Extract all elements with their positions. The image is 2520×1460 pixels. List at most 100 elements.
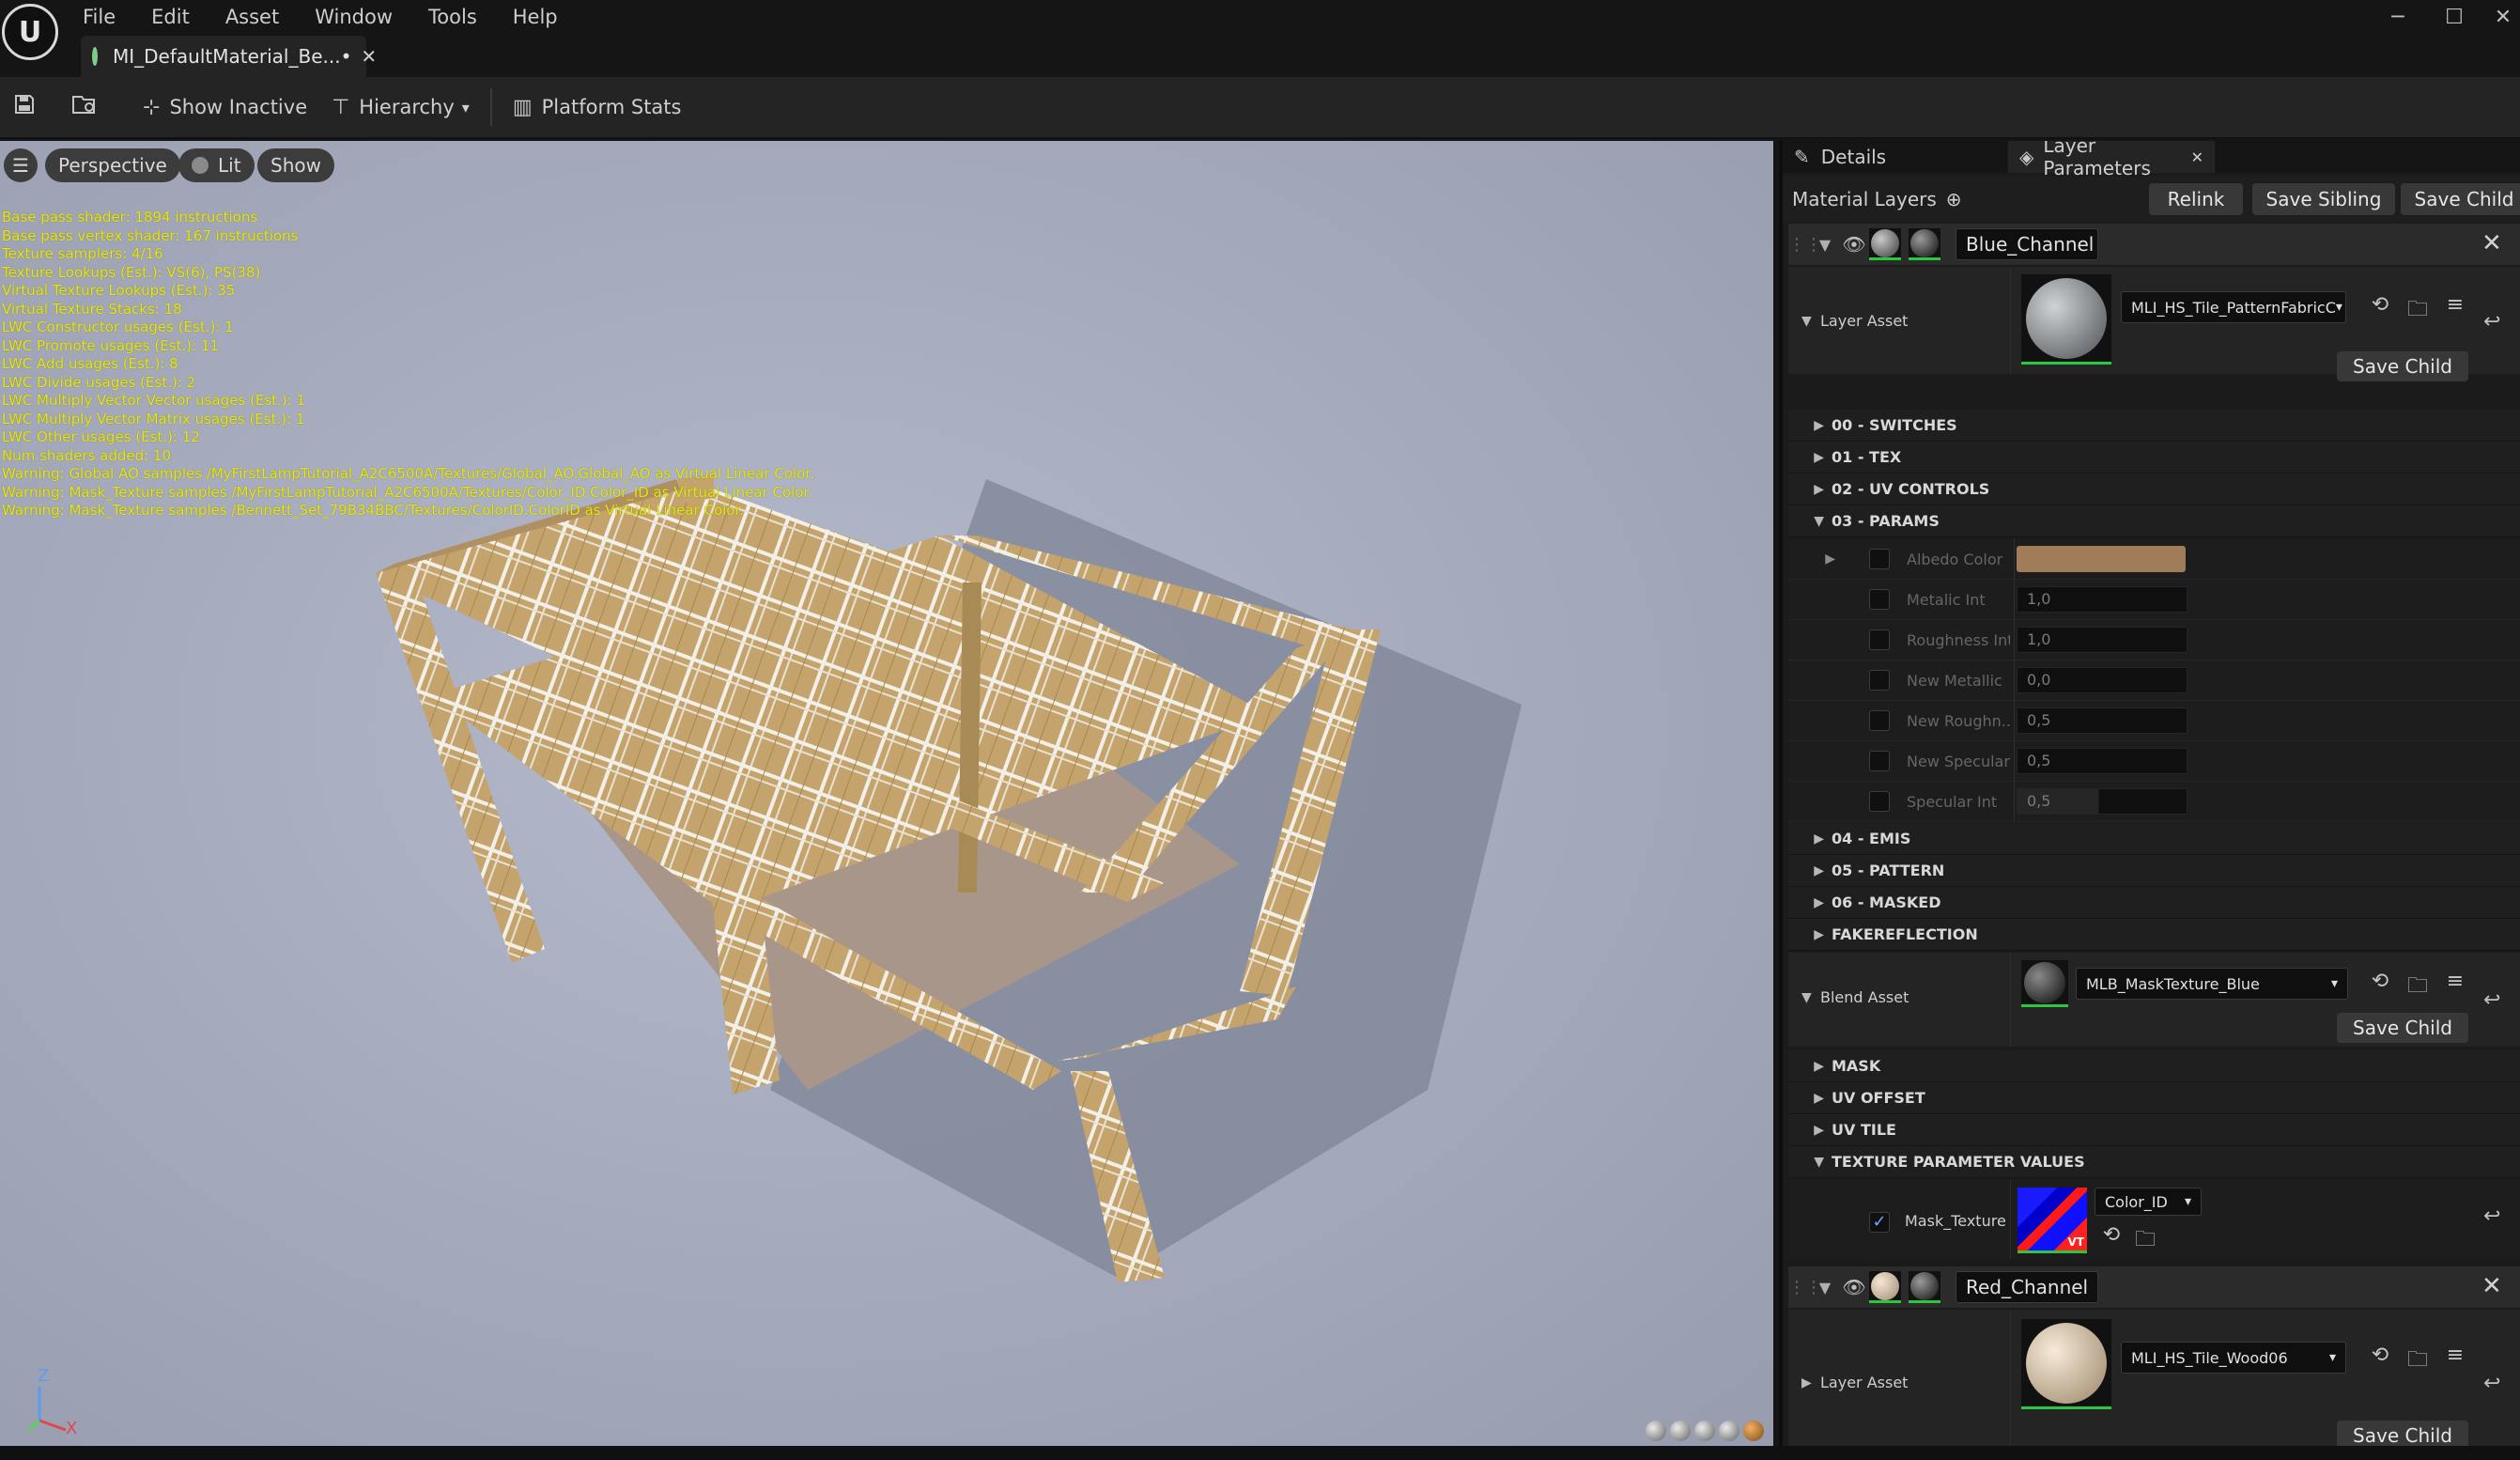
override-checkbox[interactable] [1869,589,1890,610]
layer-header-blue-channel[interactable]: ⋮⋮ ▼ 👁 Blue_Channel ✕ [1788,224,2520,265]
expand-arrow-icon[interactable]: ▼ [1801,990,1812,1005]
section-uv-offset[interactable]: ▶ UV OFFSET [1788,1082,2520,1114]
sphere-preview-icon[interactable] [1670,1421,1691,1441]
close-window-icon[interactable]: ✕ [2480,4,2520,32]
use-selected-icon[interactable]: ⟲ [2361,970,2399,993]
save-icon[interactable] [6,93,43,121]
visibility-eye-icon[interactable]: 👁 [1839,233,1869,256]
layer-thumbnail[interactable] [1869,1271,1901,1303]
section-uv-tile[interactable]: ▶ UV TILE [1788,1114,2520,1146]
section-mask[interactable]: ▶ MASK [1788,1050,2520,1082]
layer-header-red-channel[interactable]: ⋮⋮ ▼ 👁 Red_Channel ✕ [1788,1266,2520,1308]
menu-window[interactable]: Window [315,0,393,34]
layer-asset-dropdown[interactable]: MLI_HS_Tile_PatternFabricC ▾ [2121,291,2346,323]
albedo-color-swatch[interactable] [2017,546,2186,572]
cube-preview-icon[interactable] [1719,1421,1739,1441]
section-params[interactable]: ▼ 03 - PARAMS [1788,505,2520,537]
section-pattern[interactable]: ▶ 05 - PATTERN [1788,855,2520,887]
add-layer-icon[interactable]: ⊕ [1946,188,1962,210]
layer-asset-thumbnail[interactable] [2021,1319,2111,1409]
section-switches[interactable]: ▶ 00 - SWITCHES [1788,410,2520,442]
expand-arrow-icon[interactable]: ▼ [1801,314,1812,329]
use-selected-icon[interactable]: ⟲ [2361,1344,2399,1367]
blend-asset-thumbnail[interactable] [2021,960,2068,1007]
minimize-icon[interactable]: ─ [2374,4,2421,32]
reset-to-default-icon[interactable]: ↩ [2483,988,2500,1012]
mask-texture-thumbnail[interactable]: VT [2018,1188,2087,1253]
section-tex[interactable]: ▶ 01 - TEX [1788,442,2520,474]
browse-asset-icon[interactable] [66,93,103,121]
param-value-field[interactable]: 1,0 [2017,627,2188,653]
reset-to-default-icon[interactable]: ↩ [2483,1372,2500,1395]
param-value-field[interactable]: 0,5 [2017,707,2188,734]
menu-help[interactable]: Help [513,0,558,34]
collapse-arrow-icon[interactable]: ▼ [1811,1279,1839,1297]
filter-icon[interactable]: ≡ [2436,970,2474,993]
tab-details[interactable]: ✎ Details [1783,141,2004,173]
plane-preview-icon[interactable] [1694,1421,1715,1441]
viewport[interactable]: ☰ Perspective Lit Show Base pass shader:… [0,141,1773,1446]
close-tab-icon[interactable]: ✕ [361,45,377,68]
show-inactive-button[interactable]: ⊹ Show Inactive [135,76,315,138]
reset-to-default-icon[interactable]: ↩ [2483,1204,2500,1228]
maximize-icon[interactable]: ☐ [2431,4,2478,32]
filter-icon[interactable]: ≡ [2436,293,2474,317]
section-texture-parameter-values[interactable]: ▼ TEXTURE PARAMETER VALUES [1788,1146,2520,1178]
viewport-options-icon[interactable]: ☰ [4,148,38,182]
save-child-button[interactable]: Save Child [2401,183,2520,215]
drag-handle-icon[interactable]: ⋮⋮ [1788,235,1822,255]
expand-arrow-icon[interactable]: ▶ [1788,551,1848,567]
save-child-button[interactable]: Save Child [2337,1013,2468,1043]
blend-asset-dropdown[interactable]: MLB_MaskTexture_Blue ▾ [2076,968,2348,1000]
mask-texture-dropdown[interactable]: Color_ID ▾ [2095,1188,2202,1216]
browse-asset-icon[interactable]: 🗀 [2399,293,2436,329]
override-checkbox[interactable] [1869,670,1890,691]
layer-asset-dropdown[interactable]: MLI_HS_Tile_Wood06 ▾ [2121,1342,2346,1374]
hierarchy-button[interactable]: ⊤ Hierarchy ▾ [324,76,477,138]
document-tab[interactable]: MI_DefaultMaterial_Be...• ✕ [81,36,377,77]
override-checkbox[interactable] [1869,710,1890,731]
override-checkbox[interactable] [1869,791,1890,812]
section-masked[interactable]: ▶ 06 - MASKED [1788,887,2520,919]
reset-to-default-icon[interactable]: ↩ [2483,310,2500,334]
param-value-field[interactable]: 0,0 [2017,667,2188,693]
param-value-field[interactable]: 1,0 [2017,586,2188,613]
close-tab-icon[interactable]: ✕ [2191,148,2203,166]
blend-thumbnail[interactable] [1909,1271,1940,1303]
remove-layer-icon[interactable]: ✕ [2481,229,2502,257]
browse-asset-icon[interactable]: 🗀 [2399,970,2436,1005]
visibility-eye-icon[interactable]: 👁 [1839,1276,1869,1298]
override-checkbox[interactable] [1869,629,1890,650]
drag-handle-icon[interactable]: ⋮⋮ [1788,1278,1822,1297]
lit-button[interactable]: Lit [178,148,255,182]
param-slider-field[interactable]: 0,5 [2017,788,2188,815]
blend-thumbnail[interactable] [1909,228,1940,260]
section-uv-controls[interactable]: ▶ 02 - UV CONTROLS [1788,474,2520,505]
layer-name-field[interactable]: Blue_Channel [1956,228,2098,260]
save-child-button[interactable]: Save Child [2337,1421,2468,1446]
override-checkbox-checked[interactable]: ✓ [1869,1212,1890,1233]
section-emis[interactable]: ▶ 04 - EMIS [1788,823,2520,855]
section-fakereflection[interactable]: ▶ FAKEREFLECTION [1788,919,2520,951]
relink-button[interactable]: Relink [2149,183,2243,215]
layer-asset-thumbnail[interactable] [2021,274,2111,365]
menu-tools[interactable]: Tools [428,0,477,34]
browse-asset-icon[interactable]: 🗀 [2126,1223,2164,1259]
override-checkbox[interactable] [1869,751,1890,771]
collapse-arrow-icon[interactable]: ▼ [1811,236,1839,254]
use-selected-icon[interactable]: ⟲ [2361,293,2399,317]
layer-name-field[interactable]: Red_Channel [1956,1271,2098,1303]
show-button[interactable]: Show [257,148,334,182]
teapot-preview-icon[interactable] [1743,1421,1764,1441]
menu-file[interactable]: File [83,0,116,34]
remove-layer-icon[interactable]: ✕ [2481,1272,2502,1300]
cylinder-preview-icon[interactable] [1646,1421,1666,1441]
platform-stats-button[interactable]: ▥ Platform Stats [505,76,689,138]
use-selected-icon[interactable]: ⟲ [2093,1223,2130,1247]
menu-asset[interactable]: Asset [225,0,279,34]
save-sibling-button[interactable]: Save Sibling [2252,183,2395,215]
save-child-button[interactable]: Save Child [2337,351,2468,381]
browse-asset-icon[interactable]: 🗀 [2399,1344,2436,1379]
unreal-logo-icon[interactable]: U [2,4,58,60]
expand-arrow-icon[interactable]: ▶ [1801,1375,1812,1390]
